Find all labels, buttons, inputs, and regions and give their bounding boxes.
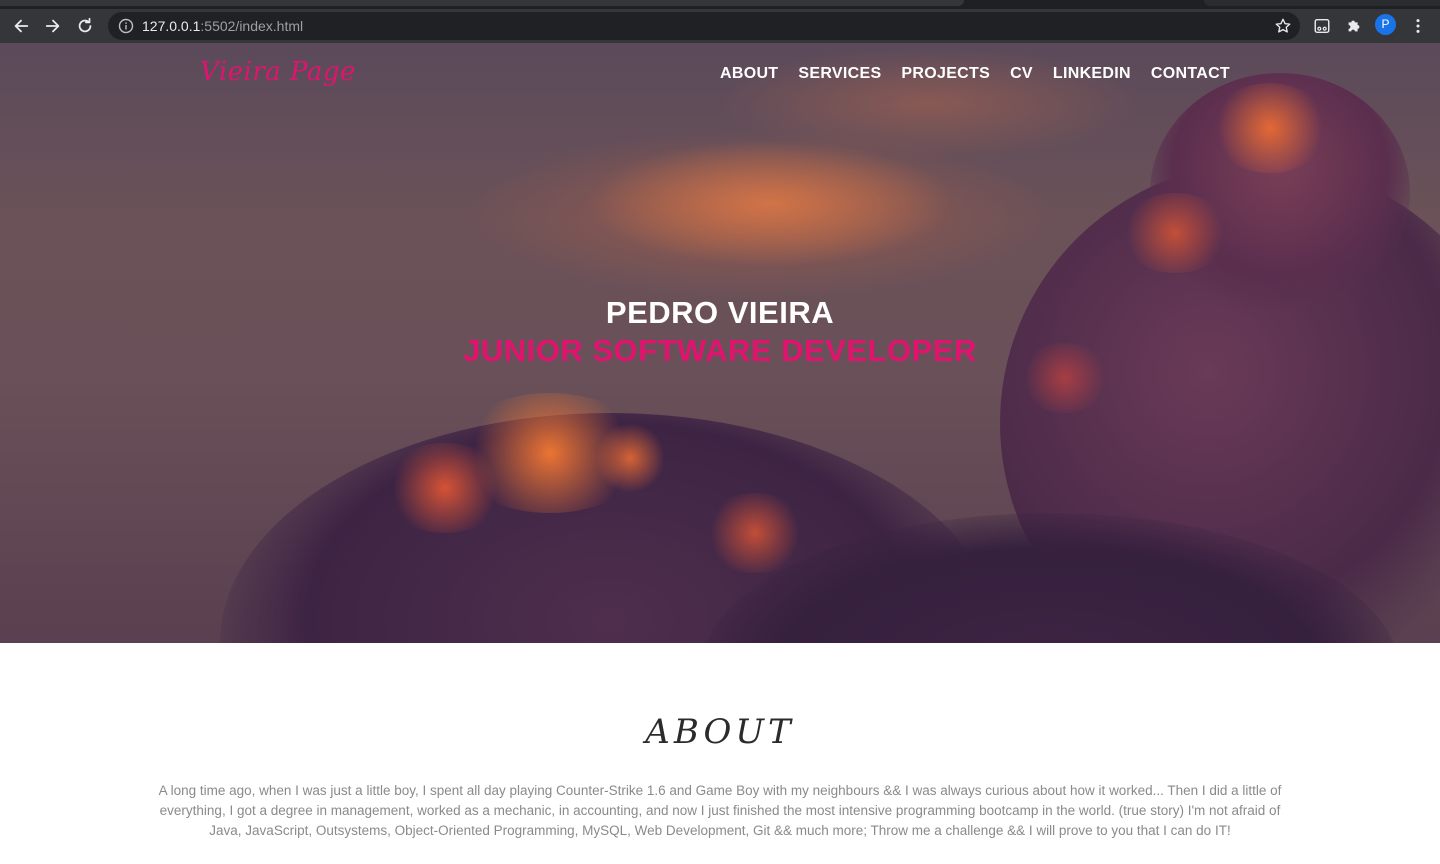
browser-toolbar: 127.0.0.1:5502/index.html P (0, 9, 1440, 43)
url-host: 127.0.0.1 (142, 18, 201, 34)
hero-cloud-glow-right (1210, 83, 1330, 173)
about-text: A long time ago, when I was just a littl… (158, 783, 1282, 838)
main-nav: ABOUT SERVICES PROJECTS CV LINKEDIN CONT… (720, 65, 1230, 83)
site-logo[interactable]: Vieira Page (200, 57, 356, 87)
nav-linkedin[interactable]: LINKEDIN (1053, 65, 1131, 83)
extensions-icon[interactable] (1341, 13, 1367, 39)
star-icon[interactable] (1274, 17, 1292, 35)
hero-cloud-glow-right-2 (1120, 193, 1230, 273)
url-path: :5502/index.html (200, 18, 304, 34)
hero-section: Vieira Page ABOUT SERVICES PROJECTS CV L… (0, 43, 1440, 643)
inactive-tab[interactable] (1204, 0, 1440, 6)
info-icon[interactable] (118, 18, 134, 34)
nav-about[interactable]: ABOUT (720, 65, 778, 83)
nav-services[interactable]: SERVICES (798, 65, 881, 83)
nav-cv[interactable]: CV (1010, 65, 1033, 83)
tab-strip (0, 0, 1440, 9)
media-icon[interactable] (1309, 13, 1335, 39)
profile-avatar[interactable]: P (1375, 14, 1396, 35)
hero-role: JUNIOR SOFTWARE DEVELOPER (463, 333, 977, 368)
url-text: 127.0.0.1:5502/index.html (142, 17, 303, 35)
hero-name: PEDRO VIEIRA (605, 295, 835, 330)
hero-cloud-glow-bottom-4 (700, 493, 810, 573)
hero-cloud-glow-bottom-3 (590, 423, 670, 493)
nav-contact[interactable]: CONTACT (1151, 65, 1230, 83)
about-title: ABOUT (645, 712, 795, 752)
forward-icon[interactable] (40, 13, 66, 39)
reload-icon[interactable] (72, 13, 98, 39)
hero-cloud-glow-bottom-2 (380, 443, 510, 533)
back-icon[interactable] (8, 13, 34, 39)
menu-icon[interactable] (1405, 13, 1431, 39)
nav-projects[interactable]: PROJECTS (901, 65, 990, 83)
active-tab[interactable] (0, 0, 964, 6)
address-bar[interactable]: 127.0.0.1:5502/index.html (108, 12, 1300, 40)
